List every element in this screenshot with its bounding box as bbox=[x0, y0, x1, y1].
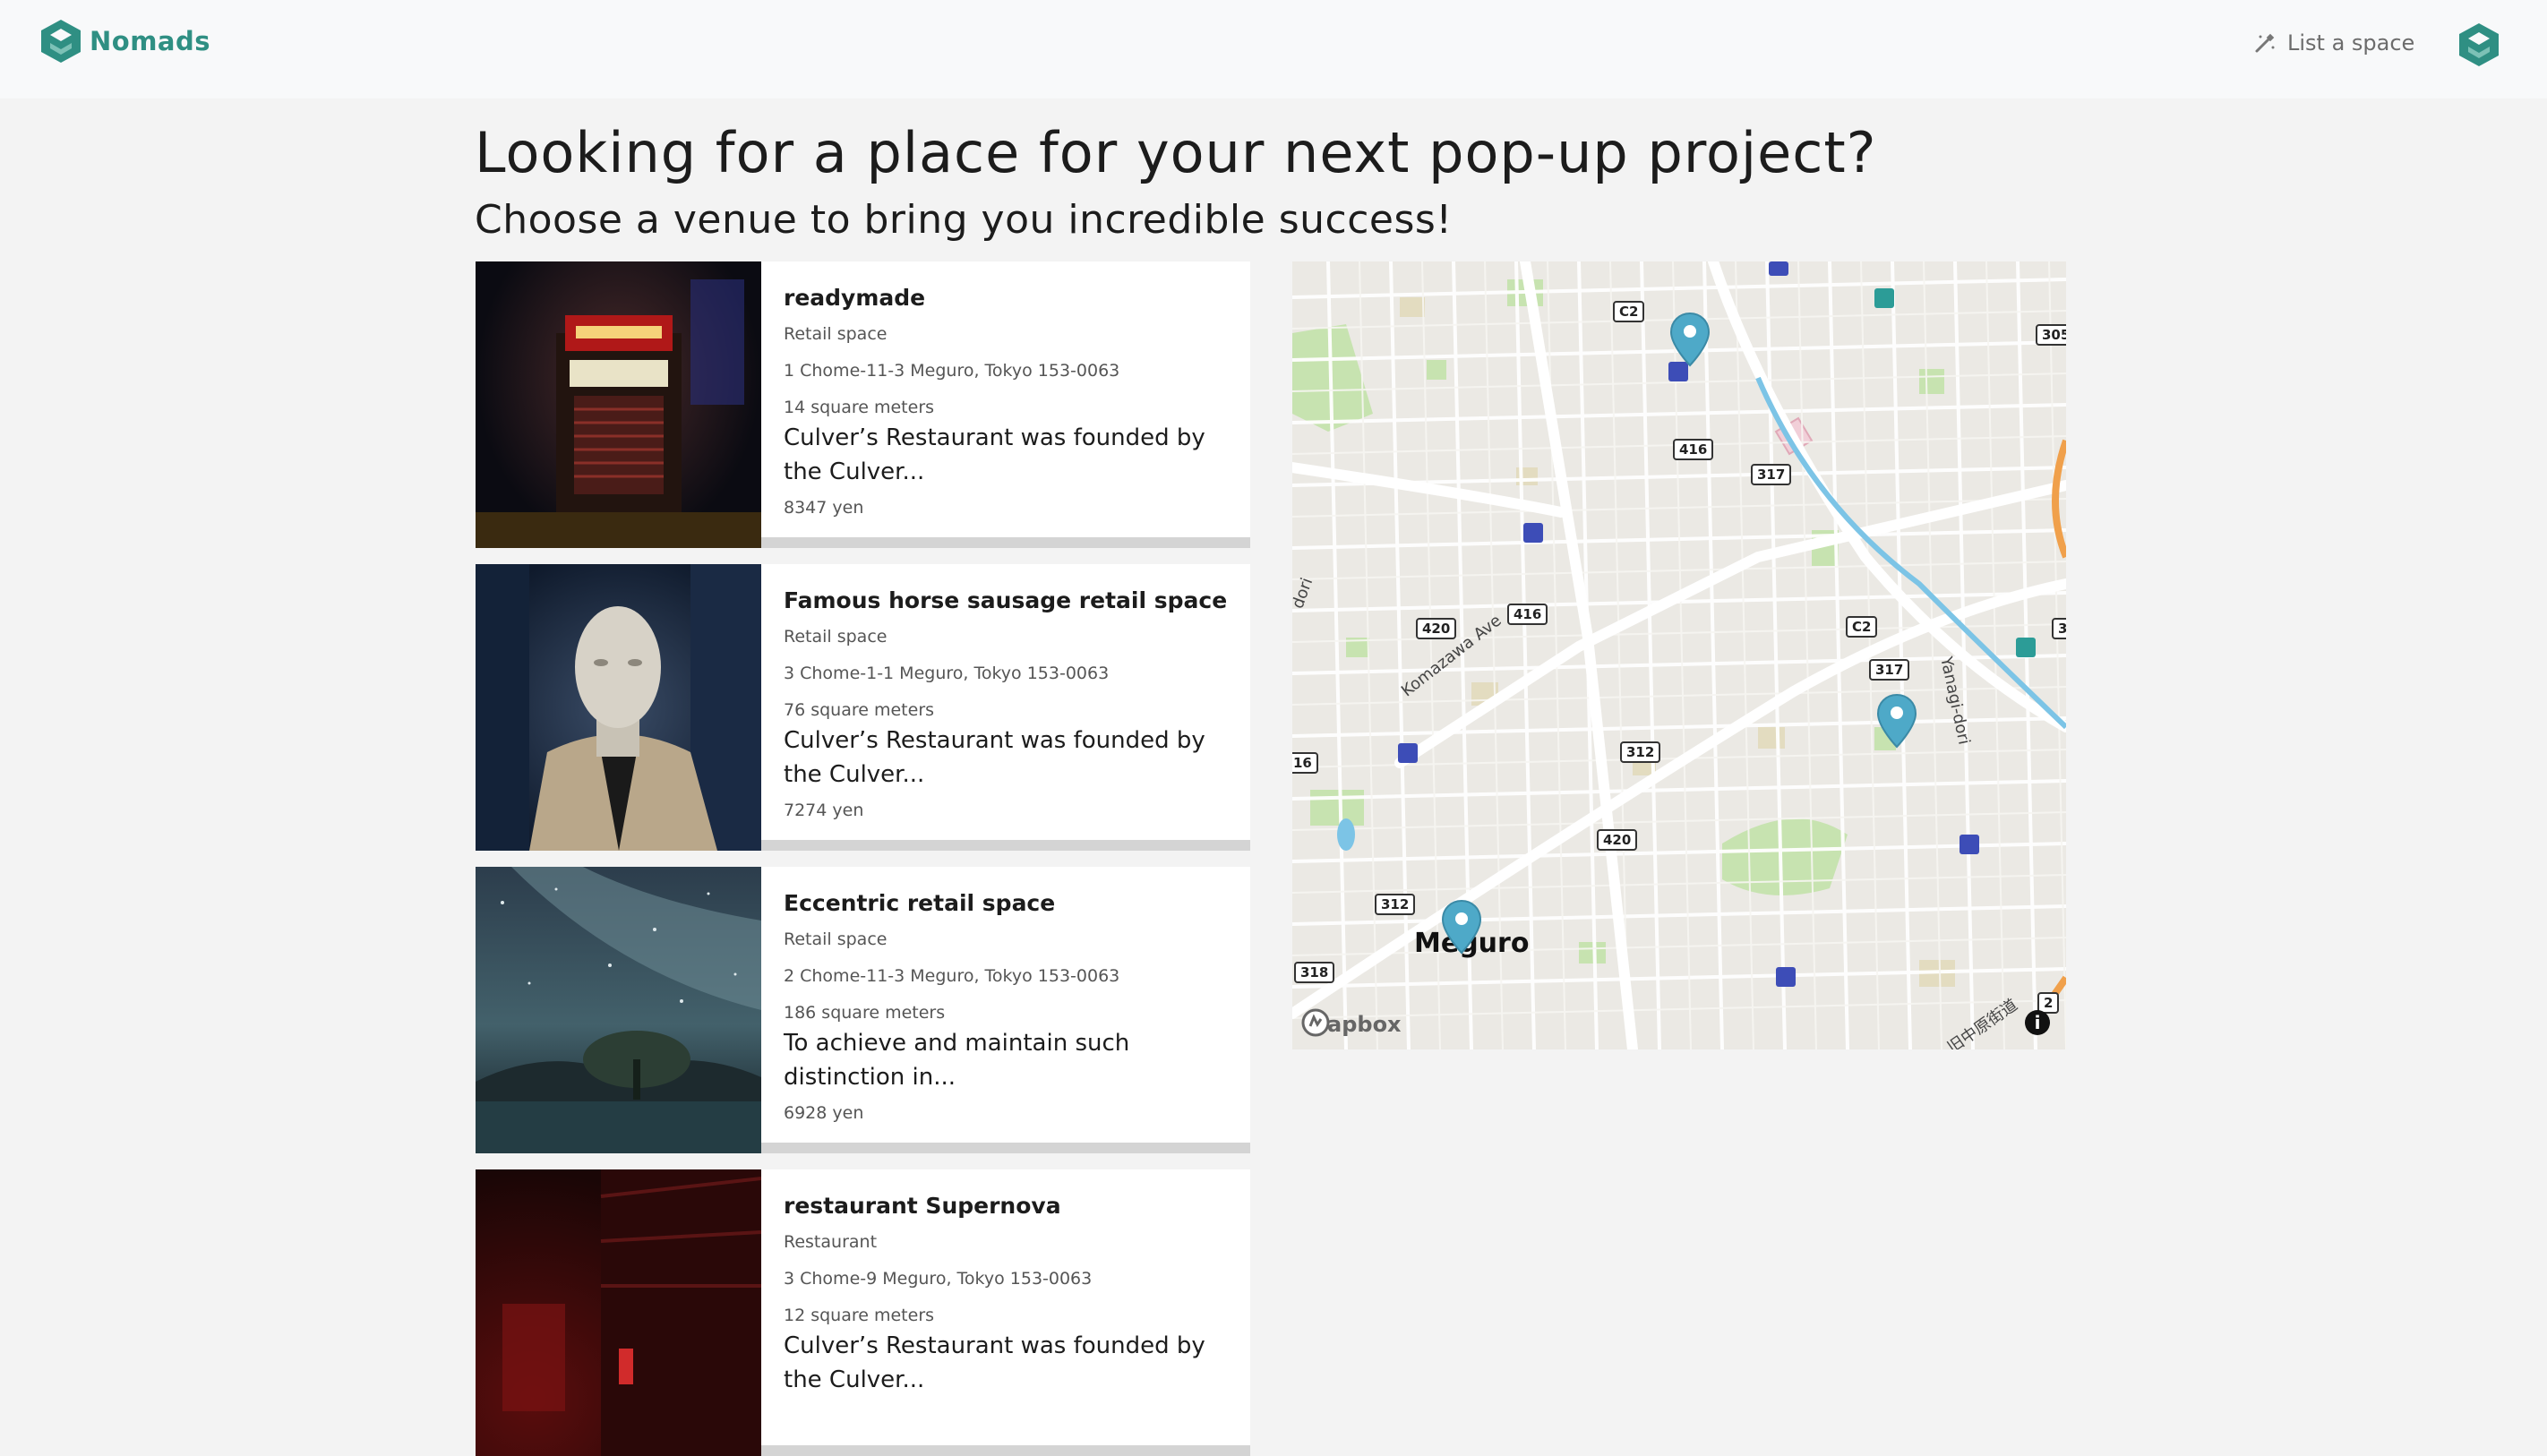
route-shield: 312 bbox=[1375, 894, 1416, 915]
page-subtitle: Choose a venue to bring you incredible s… bbox=[475, 197, 1453, 243]
listing-photo bbox=[476, 867, 761, 1153]
route-shield: 416 bbox=[1673, 439, 1714, 460]
listing-description: Culver’s Restaurant was founded by the C… bbox=[784, 424, 1205, 485]
route-shield: 317 bbox=[1869, 659, 1910, 681]
magic-wand-icon bbox=[2255, 33, 2275, 53]
listing-size: 14 square meters bbox=[784, 398, 935, 417]
listing-size: 12 square meters bbox=[784, 1306, 935, 1325]
listing-card[interactable]: readymade Retail space 1 Chome-11-3 Megu… bbox=[476, 261, 1250, 548]
listing-address: 3 Chome-1-1 Meguro, Tokyo 153-0063 bbox=[784, 664, 1110, 683]
listing-description: Culver’s Restaurant was founded by the C… bbox=[784, 727, 1205, 788]
route-shield: 420 bbox=[1597, 829, 1638, 851]
listing-description: Culver’s Restaurant was founded by the C… bbox=[784, 1332, 1205, 1393]
navbar: Nomads List a space bbox=[0, 0, 2547, 98]
listing-card[interactable]: Eccentric retail space Retail space 2 Ch… bbox=[476, 867, 1250, 1153]
listing-title[interactable]: restaurant Supernova bbox=[784, 1191, 1250, 1221]
mapbox-logo-icon bbox=[1301, 1008, 1330, 1037]
map-pin-icon[interactable] bbox=[1876, 693, 1917, 749]
route-shield: 318 bbox=[1294, 962, 1335, 983]
list-a-space-link[interactable]: List a space bbox=[2253, 27, 2414, 59]
listing-title[interactable]: Famous horse sausage retail space bbox=[784, 586, 1250, 616]
listing-card[interactable]: restaurant Supernova Restaurant 3 Chome-… bbox=[476, 1169, 1250, 1456]
route-shield: 305 bbox=[2036, 324, 2066, 346]
mapbox-attribution-link[interactable]: mapbox bbox=[1301, 1008, 1402, 1041]
listing-photo bbox=[476, 261, 761, 548]
route-shield: 3 bbox=[2052, 618, 2066, 639]
brand-home-link[interactable]: Nomads bbox=[36, 16, 210, 66]
listing-photo bbox=[476, 564, 761, 851]
map-info-icon[interactable]: i bbox=[2025, 1010, 2050, 1035]
brand-name: Nomads bbox=[90, 26, 211, 56]
listing-photo bbox=[476, 1169, 761, 1456]
venue-map[interactable]: C2 416 317 420 416 C2 317 312 420 312 31… bbox=[1292, 261, 2066, 1049]
listing-price: 7274 yen bbox=[784, 801, 864, 820]
listing-card[interactable]: Famous horse sausage retail space Retail… bbox=[476, 564, 1250, 851]
listing-size: 186 square meters bbox=[784, 1003, 946, 1023]
map-pin-icon[interactable] bbox=[1441, 899, 1482, 955]
user-avatar-icon[interactable] bbox=[2454, 20, 2504, 70]
route-shield: 312 bbox=[1620, 741, 1661, 763]
listing-address: 1 Chome-11-3 Meguro, Tokyo 153-0063 bbox=[784, 361, 1120, 381]
route-shield: 317 bbox=[1751, 464, 1792, 485]
listing-size: 76 square meters bbox=[784, 700, 935, 720]
route-shield: 416 bbox=[1507, 604, 1548, 625]
listing-address: 2 Chome-11-3 Meguro, Tokyo 153-0063 bbox=[784, 966, 1120, 986]
route-shield: 16 bbox=[1292, 752, 1318, 774]
nomads-logo-icon bbox=[41, 20, 81, 63]
listing-type: Retail space bbox=[784, 627, 888, 647]
route-shield: C2 bbox=[1846, 616, 1878, 638]
listing-title[interactable]: readymade bbox=[784, 283, 1250, 313]
listing-type: Retail space bbox=[784, 929, 888, 949]
route-shield: C2 bbox=[1613, 301, 1645, 322]
listing-description: To achieve and maintain such distinction… bbox=[784, 1030, 1130, 1091]
page-title: Looking for a place for your next pop-up… bbox=[475, 120, 1877, 185]
listing-price: 8347 yen bbox=[784, 498, 864, 518]
listing-address: 3 Chome-9 Meguro, Tokyo 153-0063 bbox=[784, 1269, 1093, 1289]
listing-price: 6928 yen bbox=[784, 1103, 864, 1123]
listing-type: Restaurant bbox=[784, 1232, 878, 1252]
listing-title[interactable]: Eccentric retail space bbox=[784, 888, 1250, 919]
route-shield: 420 bbox=[1416, 618, 1457, 639]
map-pin-icon[interactable] bbox=[1669, 312, 1711, 367]
list-a-space-label: List a space bbox=[2287, 30, 2415, 56]
listing-type: Retail space bbox=[784, 324, 888, 344]
